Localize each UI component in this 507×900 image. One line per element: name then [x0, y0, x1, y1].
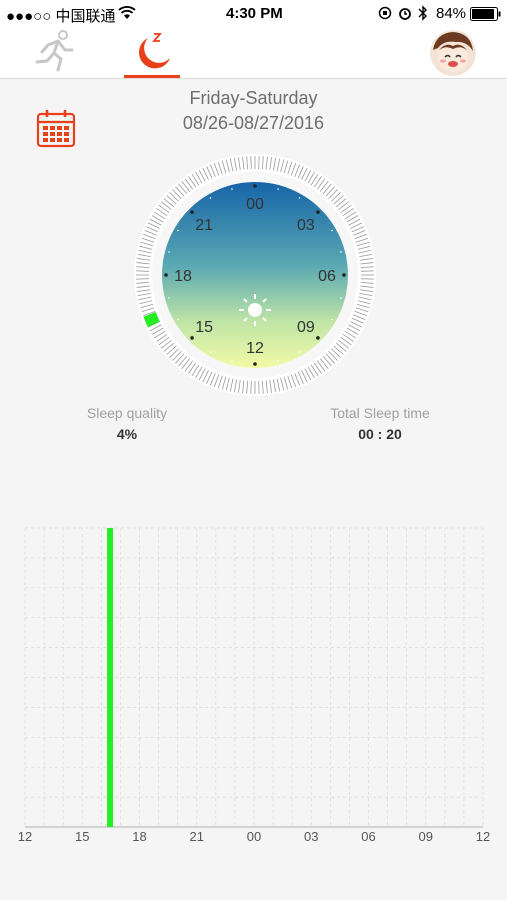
dial-hour-dot [177, 229, 179, 232]
dial-hour-dot [277, 188, 279, 190]
carrier-label: ●●●○○ 中国联通 [6, 8, 116, 25]
chart-x-tick-label: 09 [418, 829, 433, 844]
dial-hour-dot [253, 362, 257, 366]
chart-x-tick-label: 12 [475, 829, 491, 844]
day-range: Friday-Saturday [189, 88, 318, 108]
dial-hour-dot [190, 210, 194, 214]
sleep-quality-label: Sleep quality [86, 405, 168, 421]
dial-hour-label: 00 [246, 196, 264, 213]
calendar-button[interactable] [36, 108, 76, 153]
dial-hour-label: 06 [318, 268, 336, 285]
dial-hour-dot [164, 273, 168, 277]
battery-icon [470, 7, 502, 25]
dial-hour-label: 18 [174, 268, 192, 285]
chart-x-tick-label: 18 [132, 829, 147, 844]
dial-hour-dot [277, 360, 279, 362]
chart-x-tick-label: 00 [246, 829, 262, 844]
dial-hour-dot [253, 184, 257, 188]
bluetooth-icon [418, 5, 428, 25]
dial-hour-label: 09 [297, 319, 315, 336]
dial-hour-dot [340, 251, 342, 253]
dial-hour-dot [209, 197, 212, 199]
dial-hour-dot [298, 351, 301, 353]
battery-percent: 84% [436, 5, 467, 22]
dial-hour-dot [231, 188, 233, 190]
sleep-clock-dial: 00 03 06 09 12 15 18 21 [130, 150, 380, 405]
tab-sleep[interactable] [128, 28, 178, 78]
chart-x-tick-label: 15 [75, 829, 90, 844]
dial-hour-dot [331, 229, 333, 232]
avatar[interactable] [430, 30, 476, 76]
dial-hour-dot [168, 251, 170, 253]
dial-hour-label: 15 [195, 319, 213, 336]
sleep-chart [0, 520, 507, 835]
running-person-icon [35, 30, 74, 72]
dial-hour-dot [316, 336, 320, 340]
total-sleep-value: 00 : 20 [358, 426, 402, 442]
chart-x-tick-label: 12 [17, 829, 33, 844]
active-tab-indicator [124, 75, 180, 78]
date-range: 08/26-08/27/2016 [182, 113, 325, 133]
dial-hour-dot [231, 360, 233, 362]
chart-x-tick-label: 03 [304, 829, 319, 844]
total-sleep-label: Total Sleep time [330, 405, 430, 421]
sleep-quality-value: 4% [116, 426, 138, 442]
dial-hour-dot [209, 351, 212, 353]
dial-hour-label: 03 [297, 217, 315, 234]
dial-hour-label: 12 [246, 340, 264, 357]
orientation-lock-icon [378, 6, 392, 24]
status-bar: ●●●○○ 中国联通 4:30 PM 84% [0, 0, 507, 28]
calendar-icon [36, 110, 76, 148]
dial-hour-label: 21 [195, 217, 213, 234]
wifi-icon [118, 6, 136, 24]
dial-hour-dot [331, 318, 333, 321]
sleep-bar [107, 528, 114, 827]
dial-hour-dot [316, 210, 320, 214]
dial-hour-dot [177, 318, 179, 321]
tab-activity[interactable] [30, 28, 80, 78]
dial-hour-dot [342, 273, 346, 277]
dial-hour-dot [298, 197, 301, 199]
chart-x-tick-label: 06 [361, 829, 376, 844]
dial-hour-dot [340, 297, 342, 299]
chart-x-tick-label: 21 [189, 829, 204, 844]
alarm-icon [398, 6, 412, 24]
dial-hour-dot [168, 297, 170, 299]
clock: 4:30 PM [226, 5, 283, 22]
moon-sleep-icon [139, 33, 170, 69]
dial-hour-dot [190, 336, 194, 340]
